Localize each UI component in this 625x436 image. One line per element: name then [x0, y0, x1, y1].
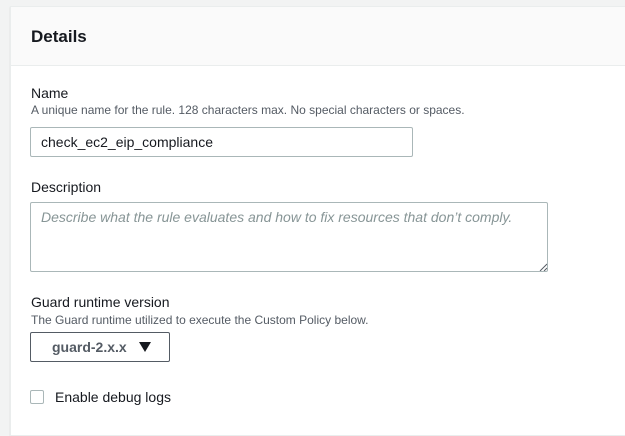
rule-name-input[interactable]: [30, 127, 413, 157]
guard-runtime-value: guard-2.x.x: [52, 339, 127, 355]
debug-logs-checkbox[interactable]: [30, 390, 44, 404]
guard-runtime-select[interactable]: guard-2.x.x: [30, 332, 170, 362]
resize-grip-icon[interactable]: [539, 263, 547, 271]
guard-runtime-label: Guard runtime version: [31, 294, 170, 310]
name-label: Name: [31, 85, 69, 101]
panel-title: Details: [31, 27, 87, 46]
debug-logs-label[interactable]: Enable debug logs: [55, 388, 171, 406]
description-textarea[interactable]: [30, 202, 548, 272]
panel-header: Details: [11, 7, 625, 66]
details-panel: Details Name A unique name for the rule.…: [10, 6, 625, 436]
caret-down-icon: [139, 342, 151, 352]
name-hint: A unique name for the rule. 128 characte…: [31, 103, 465, 117]
description-label: Description: [31, 179, 102, 195]
guard-runtime-hint: The Guard runtime utilized to execute th…: [31, 313, 369, 327]
